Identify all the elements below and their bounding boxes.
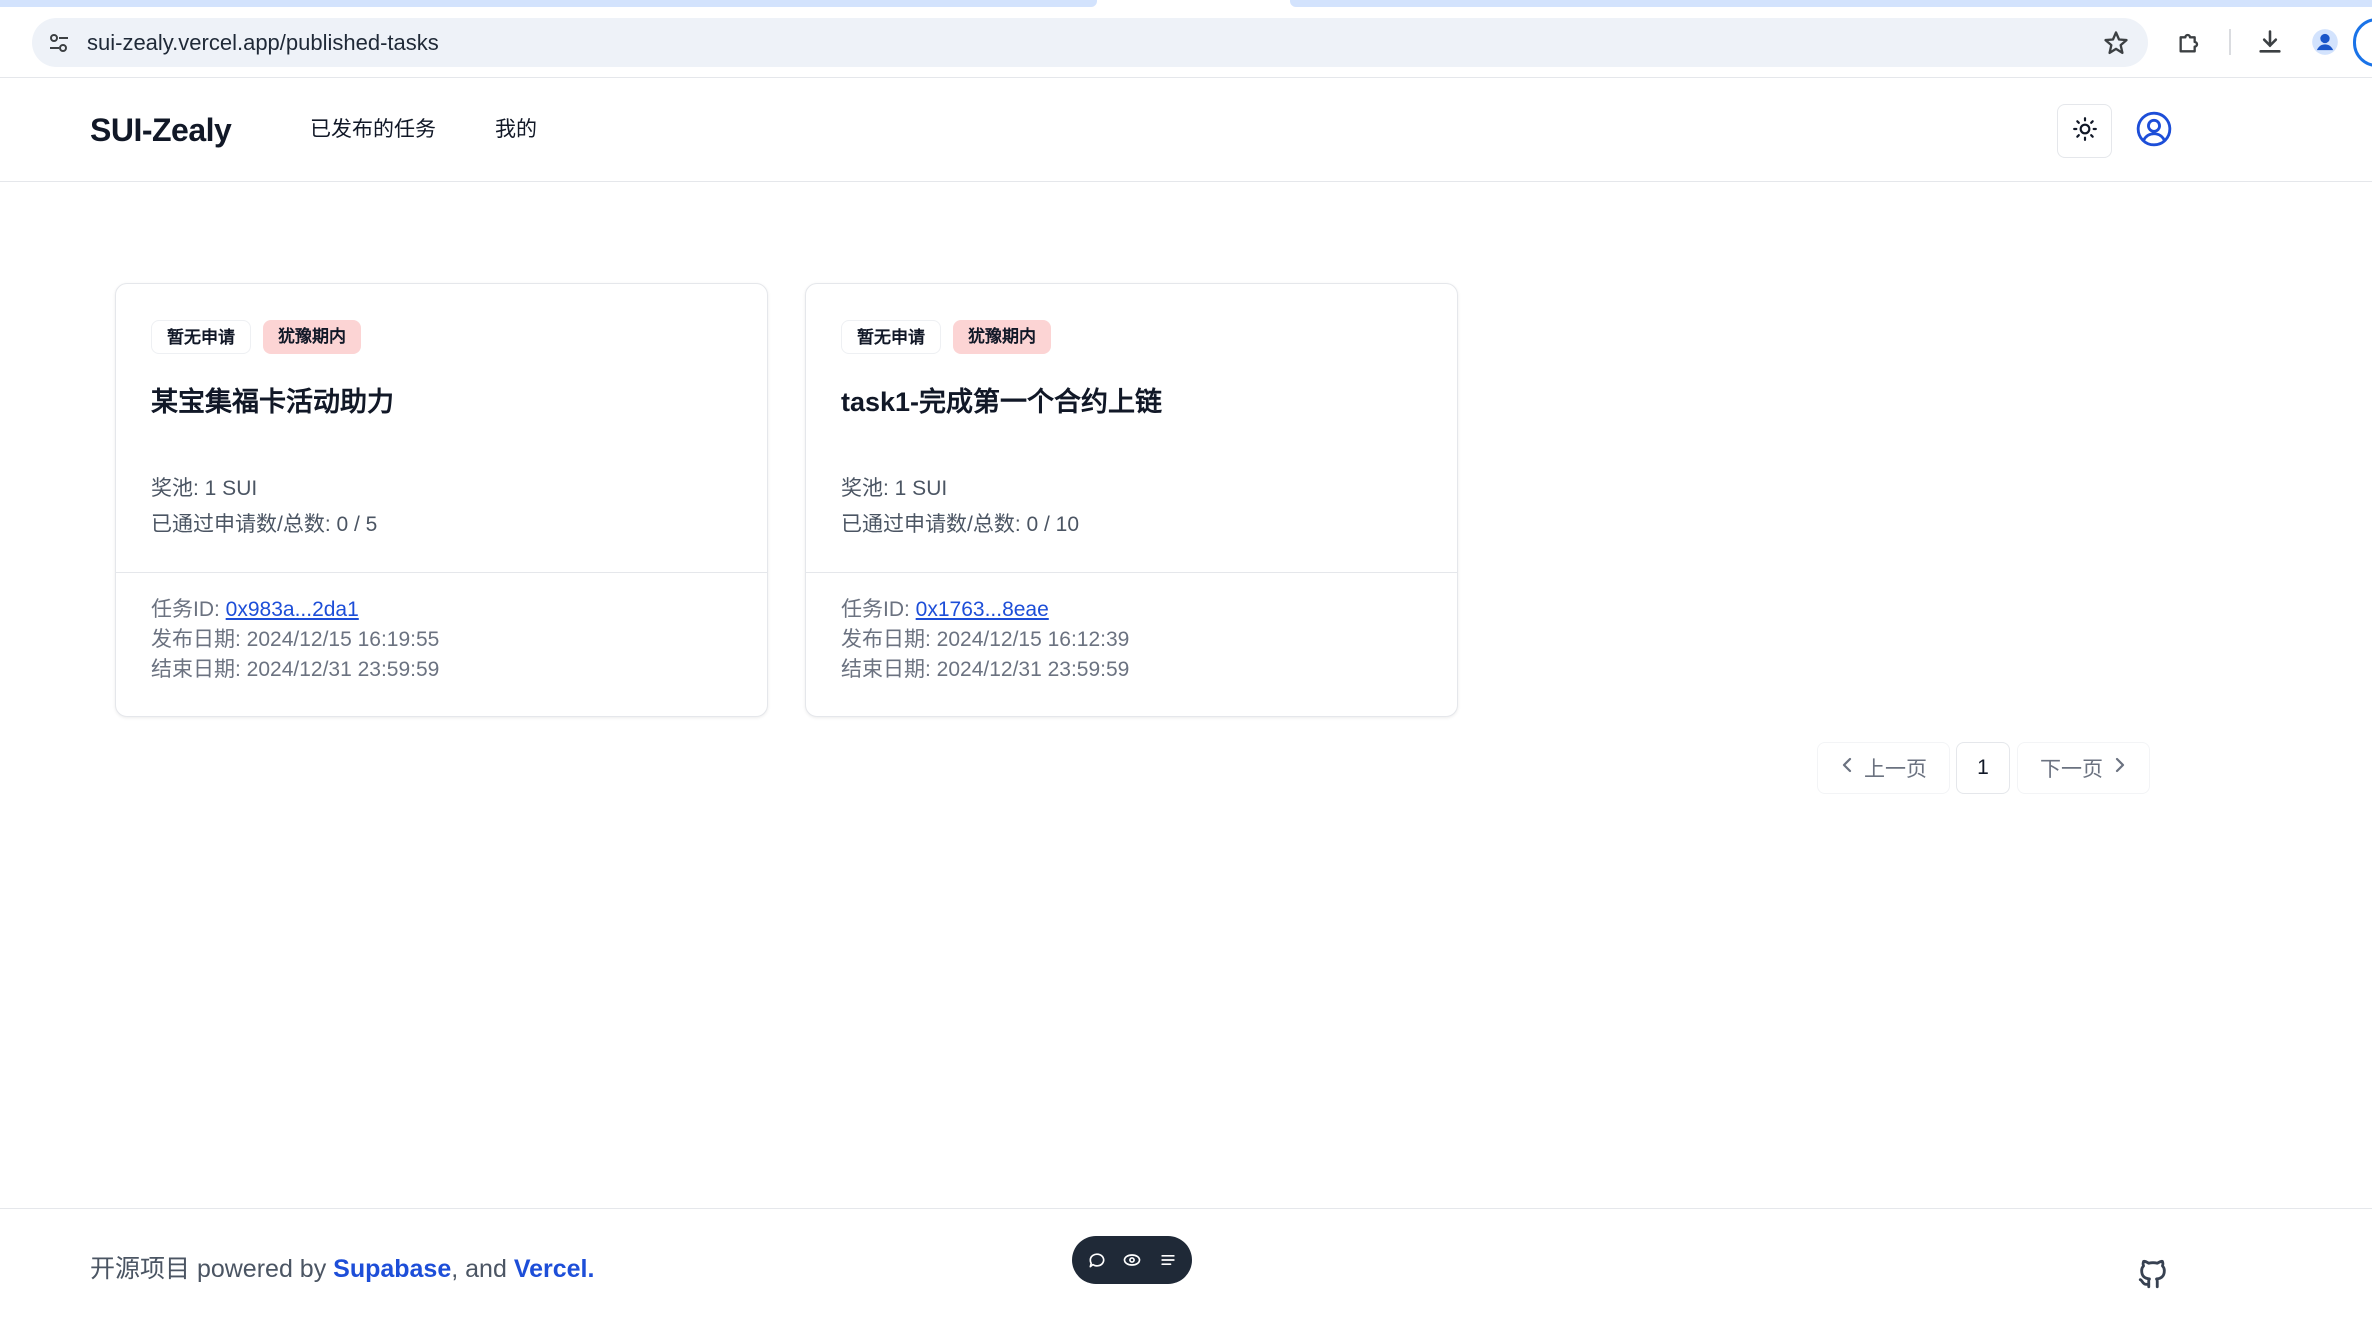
download-icon[interactable] (2255, 27, 2285, 57)
task-id-label: 任务ID: (841, 598, 916, 621)
task-title: 某宝集福卡活动助力 (151, 387, 394, 417)
sun-icon (2072, 116, 2098, 147)
previous-page-label: 上一页 (1864, 758, 1927, 781)
status-badge: 犹豫期内 (953, 320, 1051, 354)
user-circle-icon (2135, 110, 2173, 153)
profile-chip[interactable] (2353, 18, 2372, 67)
card-divider (806, 572, 1457, 573)
task-reward: 奖池: 1 SUI (841, 477, 948, 500)
task-end-date: 结束日期: 2024/12/31 23:59:59 (151, 658, 440, 681)
list-icon[interactable] (1157, 1249, 1179, 1271)
task-progress: 已通过申请数/总数: 0 / 5 (151, 513, 378, 536)
tab-right[interactable] (1290, 0, 2372, 7)
task-publish-date: 发布日期: 2024/12/15 16:12:39 (841, 628, 1130, 651)
next-page-button[interactable]: 下一页 (2017, 742, 2150, 794)
task-progress: 已通过申请数/总数: 0 / 10 (841, 513, 1080, 536)
next-page-label: 下一页 (2040, 758, 2103, 781)
user-menu-button[interactable] (2134, 111, 2174, 151)
vercel-link[interactable]: Vercel (514, 1255, 588, 1283)
task-id-label: 任务ID: (151, 598, 226, 621)
browser-toolbar: sui-zealy.vercel.app/published-tasks (0, 0, 2372, 78)
github-icon[interactable] (2136, 1257, 2170, 1291)
task-card[interactable]: 暂无申请 犹豫期内 某宝集福卡活动助力 奖池: 1 SUI 已通过申请数/总数:… (115, 283, 768, 717)
url-text[interactable]: sui-zealy.vercel.app/published-tasks (87, 18, 439, 67)
task-id: 任务ID: 0x1763...8eae (841, 593, 1049, 623)
task-badges: 暂无申请 犹豫期内 (151, 320, 361, 354)
previous-page-button[interactable]: 上一页 (1817, 742, 1950, 794)
address-bar[interactable]: sui-zealy.vercel.app/published-tasks (32, 18, 2148, 67)
task-id-link[interactable]: 0x983a...2da1 (226, 598, 359, 621)
floating-toolbar (1072, 1236, 1192, 1284)
task-id-link[interactable]: 0x1763...8eae (916, 598, 1049, 621)
comment-icon[interactable] (1086, 1249, 1108, 1271)
tab-strip (0, 0, 2372, 8)
view-icon[interactable] (1121, 1249, 1143, 1271)
tab-left[interactable] (0, 0, 1097, 7)
task-reward: 奖池: 1 SUI (151, 477, 258, 500)
profile-icon[interactable] (2310, 27, 2340, 57)
task-card-body: 暂无申请 犹豫期内 task1-完成第一个合约上链 奖池: 1 SUI 已通过申… (806, 284, 1457, 572)
nav-published-tasks[interactable]: 已发布的任务 (310, 78, 436, 182)
task-card-body: 暂无申请 犹豫期内 某宝集福卡活动助力 奖池: 1 SUI 已通过申请数/总数:… (116, 284, 767, 572)
footer-separator: , and (451, 1255, 514, 1283)
chevron-left-icon (1840, 756, 1854, 780)
task-end-date: 结束日期: 2024/12/31 23:59:59 (841, 658, 1130, 681)
footer-suffix: . (587, 1255, 595, 1283)
page-number-button[interactable]: 1 (1956, 742, 2010, 794)
card-divider (116, 572, 767, 573)
app-header: SUI-Zealy 已发布的任务 我的 (0, 78, 2372, 182)
task-card[interactable]: 暂无申请 犹豫期内 task1-完成第一个合约上链 奖池: 1 SUI 已通过申… (805, 283, 1458, 717)
extensions-icon[interactable] (2175, 27, 2205, 57)
status-badge: 暂无申请 (151, 320, 251, 354)
supabase-link[interactable]: Supabase (333, 1255, 451, 1283)
brand-logo[interactable]: SUI-Zealy (90, 78, 232, 182)
footer-credits: 开源项目 powered by Supabase, and Vercel. (90, 1249, 594, 1285)
task-publish-date: 发布日期: 2024/12/15 16:19:55 (151, 628, 440, 651)
task-title: task1-完成第一个合约上链 (841, 387, 1163, 417)
chevron-right-icon (2113, 756, 2127, 780)
nav-mine[interactable]: 我的 (495, 78, 537, 182)
status-badge: 犹豫期内 (263, 320, 361, 354)
task-id: 任务ID: 0x983a...2da1 (151, 593, 359, 623)
star-icon[interactable] (2102, 29, 2130, 57)
theme-toggle-button[interactable] (2057, 104, 2112, 158)
task-badges: 暂无申请 犹豫期内 (841, 320, 1051, 354)
footer-prefix: 开源项目 powered by (90, 1255, 334, 1283)
toolbar-separator (2229, 29, 2231, 55)
tune-icon[interactable] (46, 30, 72, 56)
status-badge: 暂无申请 (841, 320, 941, 354)
